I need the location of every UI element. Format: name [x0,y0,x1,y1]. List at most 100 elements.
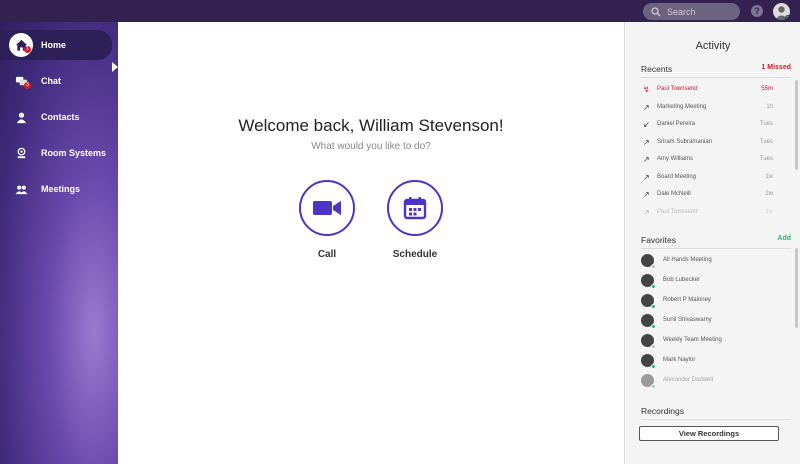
contact-avatar [641,293,656,309]
status-dot [651,343,656,349]
favorite-name: Sunil Shivaswamy [663,317,712,323]
status-dot [651,323,656,329]
sidebar-item-label: Room Systems [41,148,107,158]
calendar-icon [403,197,427,220]
schedule-label: Schedule [392,249,438,260]
sidebar-item-home[interactable]: 1 Home [0,30,112,60]
activity-panel: Activity Recents 1 Missed ↯ Paul Townsen… [624,22,800,464]
search-placeholder: Search [667,6,696,17]
recent-time: Tues [759,156,773,162]
call-label: Call [317,249,337,260]
favorite-item[interactable]: Alexander Dodwell [641,372,771,389]
favorite-item[interactable]: Robert P Maloney [641,292,771,309]
recent-item[interactable]: ↯ Paul Townsend 55m [643,83,773,95]
favorite-name: Alexander Dodwell [663,377,714,383]
incoming-call-icon: ↙ [643,119,650,129]
favorite-item[interactable]: Mark Naylor [641,352,771,369]
favorites-scrollbar[interactable] [795,248,798,328]
recent-name: Amy Williams [657,156,693,162]
recent-time: 2w [765,191,773,197]
recordings-label: Recordings [641,406,684,416]
recent-time: Tues [759,121,773,127]
status-dot [651,283,656,289]
room-avatar [641,273,656,289]
favorite-name: Weekly Team Meeting [663,337,722,343]
video-camera-icon [313,201,341,215]
activity-title: Activity [695,40,731,52]
favorite-item[interactable]: Weekly Team Meeting [641,332,771,349]
favorite-item[interactable]: Bob Lubecker [641,272,771,289]
group-avatar [641,333,656,349]
contact-avatar [641,313,656,329]
recents-scrollbar[interactable] [795,80,798,170]
status-dot [651,303,656,309]
outgoing-call-icon: ↗ [643,189,650,199]
favorites-label: Favorites [641,235,676,245]
missed-count[interactable]: 1 Missed [761,64,791,74]
recent-name: Paul Townsend [657,209,698,215]
sidebar-item-contacts[interactable]: Contacts [0,102,118,132]
recent-name: Board Meeting [657,174,697,180]
outgoing-call-icon: ↗ [643,137,650,147]
recent-time: 1h [766,104,773,110]
home-badge: 1 [24,46,31,53]
recent-item[interactable]: ↙ Daniel Pereira Tues [643,118,773,130]
top-bar: Search ? [0,0,800,22]
favorite-item[interactable]: Sunil Shivaswamy [641,312,771,329]
recent-name: Dale McNeill [657,191,691,197]
recent-item[interactable]: ↗ Dale McNeill 2w [643,188,773,200]
schedule-button[interactable] [387,180,443,236]
room-avatar [641,373,656,389]
add-favorite-button[interactable]: Add [777,235,791,245]
recent-item[interactable]: ↗ Sriram Subramanian Tues [643,136,773,148]
status-dot [651,263,656,269]
recent-time: 55m [761,86,773,92]
favorite-name: Bob Lubecker [663,277,701,283]
welcome-subtitle: What would you like to do? [311,141,431,152]
room-system-icon [9,141,33,165]
sidebar-item-room-systems[interactable]: Room Systems [0,138,118,168]
favorites-header: Favorites Add [641,235,791,249]
contact-icon [9,105,33,129]
recent-item[interactable]: ↗ Paul Townsend 3w [643,206,773,218]
meetings-icon [9,177,33,201]
favorite-name: All Hands Meeting [663,257,712,263]
recent-name: Marketing Meeting [657,104,707,110]
recents-label: Recents [641,64,673,74]
recent-item[interactable]: ↗ Marketing Meeting 1h [643,101,773,113]
chat-icon: 3 [9,69,33,93]
status-dot [651,383,656,389]
sidebar: 1 Home 3 Chat Contacts Room Systems Meet… [0,22,118,464]
outgoing-call-icon: ↗ [643,172,650,182]
favorite-name: Mark Naylor [663,357,696,363]
status-dot [651,363,656,369]
call-button[interactable] [299,180,355,236]
recent-time: 3w [765,209,773,215]
recent-time: 1w [765,174,773,180]
recent-name: Sriram Subramanian [657,139,713,145]
search-input[interactable]: Search [643,3,740,20]
group-avatar [641,253,656,269]
online-status-dot [785,15,790,20]
recent-item[interactable]: ↗ Amy Williams Tues [643,153,773,165]
user-avatar[interactable] [773,3,790,20]
sidebar-item-meetings[interactable]: Meetings [0,174,118,204]
outgoing-call-icon: ↗ [643,102,650,112]
search-icon [651,6,661,16]
recent-time: Tues [759,139,773,145]
sidebar-item-label: Contacts [41,112,80,122]
recent-name: Daniel Pereira [657,121,696,127]
help-icon[interactable]: ? [751,5,763,17]
sidebar-item-chat[interactable]: 3 Chat [0,66,118,96]
contact-avatar [641,353,656,369]
recordings-header: Recordings [641,406,791,420]
welcome-heading: Welcome back, William Stevenson! [238,116,504,135]
recent-item[interactable]: ↗ Board Meeting 1w [643,171,773,183]
outgoing-call-icon: ↗ [643,154,650,164]
chat-badge: 3 [24,82,31,89]
favorite-item[interactable]: All Hands Meeting [641,252,771,269]
favorite-name: Robert P Maloney [663,297,711,303]
view-recordings-button[interactable]: View Recordings [639,426,779,441]
sidebar-item-label: Chat [41,76,61,86]
sidebar-item-label: Meetings [41,184,81,194]
